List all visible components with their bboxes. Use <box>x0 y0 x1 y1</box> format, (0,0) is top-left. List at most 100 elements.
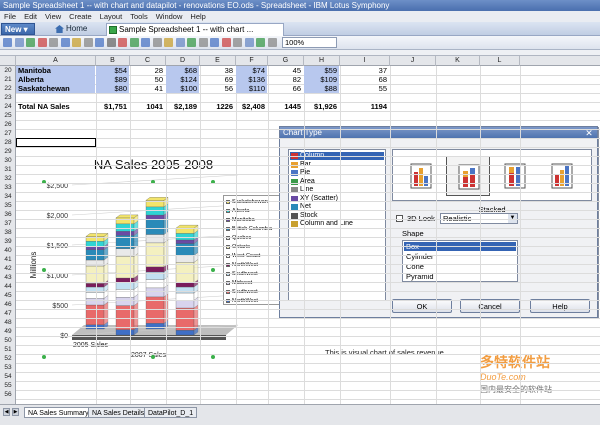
toolbar-chart-icon[interactable] <box>152 38 162 47</box>
cell-e22[interactable]: 56 <box>200 84 235 93</box>
row-header-39[interactable]: 39 <box>0 237 16 246</box>
column-header-a[interactable]: A <box>16 56 96 66</box>
toolbar-draw-icon[interactable] <box>233 38 242 47</box>
column-header-h[interactable]: H <box>304 56 340 66</box>
row-header-34[interactable]: 34 <box>0 192 16 201</box>
row-header-42[interactable]: 42 <box>0 264 16 273</box>
cell-b20[interactable]: $54 <box>96 66 129 75</box>
toolbar-preview-icon[interactable] <box>49 38 58 47</box>
new-button[interactable]: New ▾ <box>1 23 35 35</box>
chart-type-list[interactable]: Column Bar Pie Area Line XY (Scatter) Net Stock… <box>288 149 386 301</box>
menu-view[interactable]: View <box>45 12 61 21</box>
cell-b22[interactable]: $80 <box>96 84 129 93</box>
column-header-d[interactable]: D <box>166 56 200 66</box>
menu-edit[interactable]: Edit <box>24 12 37 21</box>
cell-a21[interactable]: Alberta <box>16 75 95 84</box>
cell-g22[interactable]: 66 <box>268 84 303 93</box>
row-header-33[interactable]: 33 <box>0 183 16 192</box>
row-header-27[interactable]: 27 <box>0 129 16 138</box>
cell-c21[interactable]: 50 <box>130 75 165 84</box>
toolbar-function-icon[interactable] <box>175 38 185 47</box>
row-header-31[interactable]: 31 <box>0 165 16 174</box>
corner-cell[interactable] <box>0 56 16 66</box>
cell-h20[interactable]: $59 <box>304 66 339 75</box>
subtype-percent-stacked[interactable] <box>493 156 537 196</box>
toolbar-sort-asc-icon[interactable] <box>129 38 139 47</box>
row-header-53[interactable]: 53 <box>0 363 16 372</box>
row-header-49[interactable]: 49 <box>0 327 16 336</box>
row-header-45[interactable]: 45 <box>0 291 16 300</box>
toolbar-undo-icon[interactable] <box>95 38 104 47</box>
cell-c22[interactable]: 41 <box>130 84 165 93</box>
column-header-i[interactable]: I <box>340 56 390 66</box>
row-header-32[interactable]: 32 <box>0 174 16 183</box>
cell-a20[interactable]: Manitoba <box>16 66 95 75</box>
row-header-35[interactable]: 35 <box>0 201 16 210</box>
toolbar-gallery-icon[interactable] <box>221 38 231 47</box>
cell-f24[interactable]: $2,408 <box>236 102 267 111</box>
row-header-26[interactable]: 26 <box>0 120 16 129</box>
column-header-c[interactable]: C <box>130 56 166 66</box>
toolbar-zoom-in-icon[interactable] <box>244 38 254 47</box>
ok-button[interactable]: OK <box>392 299 452 313</box>
menu-create[interactable]: Create <box>69 12 92 21</box>
toolbar-open-icon[interactable] <box>14 38 24 47</box>
cell-g21[interactable]: 82 <box>268 75 303 84</box>
toolbar-copy-icon[interactable] <box>72 38 81 47</box>
menu-tools[interactable]: Tools <box>130 12 148 21</box>
toolbar-sort-desc-icon[interactable] <box>141 38 150 47</box>
toolbar-save-icon[interactable] <box>26 38 35 47</box>
cancel-button[interactable]: Cancel <box>460 299 520 313</box>
cell-d21[interactable]: $124 <box>166 75 199 84</box>
first-sheet-icon[interactable]: ◀ <box>3 408 10 416</box>
column-header-e[interactable]: E <box>200 56 236 66</box>
column-header-j[interactable]: J <box>390 56 436 66</box>
row-header-43[interactable]: 43 <box>0 273 16 282</box>
row-header-21[interactable]: 21 <box>0 75 16 84</box>
row-header-55[interactable]: 55 <box>0 381 16 390</box>
cell-e21[interactable]: 69 <box>200 75 235 84</box>
document-tab[interactable]: Sample Spreadsheet 1 -- with chart ... <box>106 23 284 36</box>
row-header-50[interactable]: 50 <box>0 336 16 345</box>
row-header-20[interactable]: 20 <box>0 66 16 75</box>
row-header-38[interactable]: 38 <box>0 228 16 237</box>
column-header-g[interactable]: G <box>268 56 304 66</box>
row-header-37[interactable]: 37 <box>0 219 16 228</box>
cell-i20[interactable]: 37 <box>340 66 389 75</box>
column-header-l[interactable]: L <box>480 56 520 66</box>
toolbar-navigator-icon[interactable] <box>210 38 219 47</box>
row-header-48[interactable]: 48 <box>0 318 16 327</box>
row-header-25[interactable]: 25 <box>0 111 16 120</box>
row-header-52[interactable]: 52 <box>0 354 16 363</box>
menu-layout[interactable]: Layout <box>100 12 123 21</box>
cell-f22[interactable]: $110 <box>236 84 267 93</box>
cell-i24[interactable]: 1194 <box>340 102 389 111</box>
selection-handle[interactable] <box>151 355 155 359</box>
row-header-44[interactable]: 44 <box>0 282 16 291</box>
zoom-select[interactable]: 100% <box>282 37 337 48</box>
selection-handle[interactable] <box>42 355 46 359</box>
row-header-47[interactable]: 47 <box>0 309 16 318</box>
cell-h24[interactable]: $1,926 <box>304 102 339 111</box>
cell-e20[interactable]: 38 <box>200 66 235 75</box>
toolbar-sum-icon[interactable] <box>187 38 196 47</box>
subtype-stacked[interactable] <box>446 156 490 196</box>
toolbar-spellcheck-icon[interactable] <box>118 38 127 47</box>
row-header-46[interactable]: 46 <box>0 300 16 309</box>
home-tab[interactable]: Home <box>54 23 104 35</box>
row-header-29[interactable]: 29 <box>0 147 16 156</box>
cell-b21[interactable]: $89 <box>96 75 129 84</box>
cell-d24[interactable]: $2,189 <box>166 102 199 111</box>
sheet-tab[interactable]: NA Sales Summary <box>24 407 93 418</box>
cell-c24[interactable]: 1041 <box>130 102 165 111</box>
menu-window[interactable]: Window <box>156 12 183 21</box>
row-header-54[interactable]: 54 <box>0 372 16 381</box>
toolbar-print-icon[interactable] <box>37 38 47 47</box>
row-header-22[interactable]: 22 <box>0 84 16 93</box>
active-cell[interactable] <box>16 138 96 147</box>
toolbar-more-icon[interactable] <box>267 38 277 47</box>
row-header-36[interactable]: 36 <box>0 210 16 219</box>
cell-d20[interactable]: $68 <box>166 66 199 75</box>
cell-i22[interactable]: 55 <box>340 84 389 93</box>
sheet-tab[interactable]: NA Sales Details <box>88 407 149 418</box>
